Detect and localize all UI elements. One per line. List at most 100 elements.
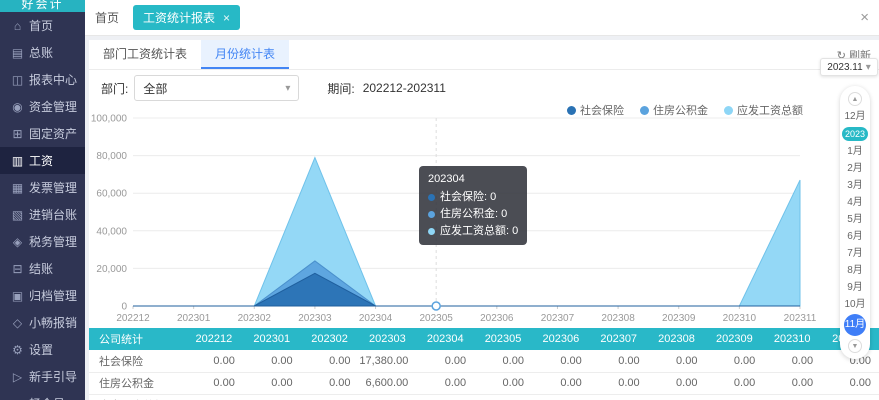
app-logo-text: 好会计 <box>0 0 85 12</box>
tooltip-item: 住房公积金: 0 <box>428 206 518 223</box>
scroll-up-icon[interactable]: ▲ <box>848 92 862 106</box>
legend-dot-icon <box>640 106 649 115</box>
month-item[interactable]: 5月 <box>840 211 870 228</box>
legend-label: 住房公积金 <box>653 102 708 118</box>
table-cell: 0.00 <box>243 372 301 394</box>
svg-text:202307: 202307 <box>541 313 575 324</box>
sidebar-item-label: 总账 <box>29 44 53 61</box>
close-tab-icon[interactable]: × <box>223 11 230 25</box>
date-picker-button[interactable]: 2023.11 ▾ <box>820 58 878 76</box>
sidebar-item-expense[interactable]: ◇小畅报销 <box>0 309 85 336</box>
legend-dot-icon <box>567 106 576 115</box>
archive-icon: ▣ <box>9 289 26 303</box>
table-cell: 0.00 <box>821 372 879 394</box>
salary-icon: ▥ <box>9 154 26 168</box>
sidebar-item-ledger[interactable]: ▤总账 <box>0 39 85 66</box>
member-icon: ◆ <box>9 397 26 400</box>
svg-text:202212: 202212 <box>116 313 150 324</box>
table-cell: 0.00 <box>648 372 706 394</box>
svg-text:202301: 202301 <box>177 313 211 324</box>
chart-tooltip: 202304 社会保险: 0住房公积金: 0应发工资总额: 0 <box>419 166 527 245</box>
table-cell: 0.00 <box>301 372 359 394</box>
report-icon: ◫ <box>9 73 26 87</box>
tab-home[interactable]: 首页 <box>95 9 119 26</box>
table-cell: 0.00 <box>590 372 648 394</box>
legend-label: 应发工资总额 <box>737 102 803 118</box>
sidebar-item-label: 新手引导 <box>29 368 77 385</box>
sidebar-item-label: 设置 <box>29 341 53 358</box>
month-item[interactable]: 6月 <box>840 228 870 245</box>
sidebar-item-settings[interactable]: ⚙设置 <box>0 336 85 363</box>
legend-item[interactable]: 社会保险 <box>567 102 624 118</box>
sidebar-item-label: 畅会员 <box>29 395 65 400</box>
sidebar-item-member[interactable]: ◆畅会员 <box>0 390 85 400</box>
month-item[interactable]: 8月 <box>840 262 870 279</box>
sidebar-item-salary[interactable]: ▥工资 <box>0 147 85 174</box>
table-row: 住房公积金0.000.000.006,600.000.000.000.000.0… <box>89 372 879 394</box>
table-cell: 0.00 <box>416 372 474 394</box>
legend-item[interactable]: 应发工资总额 <box>724 102 803 118</box>
month-item[interactable]: 10月 <box>840 296 870 313</box>
tooltip-item: 应发工资总额: 0 <box>428 223 518 240</box>
app-root: 好会计 ⌂首页▤总账◫报表中心◉资金管理⊞固定资产▥工资▦发票管理▧进销台账◈税… <box>0 0 879 400</box>
ledger-icon: ▤ <box>9 46 26 60</box>
table-cell: 0.00 <box>243 394 301 400</box>
month-item[interactable]: 1月 <box>840 143 870 160</box>
expense-icon: ◇ <box>9 316 26 330</box>
sidebar-item-report-center[interactable]: ◫报表中心 <box>0 66 85 93</box>
month-item[interactable]: 3月 <box>840 177 870 194</box>
svg-text:202304: 202304 <box>359 313 393 324</box>
tab-salary-report[interactable]: 工资统计报表 × <box>133 5 240 30</box>
sidebar-item-label: 固定资产 <box>29 125 77 142</box>
sidebar-item-home[interactable]: ⌂首页 <box>0 12 85 39</box>
tooltip-item: 社会保险: 0 <box>428 189 518 206</box>
table-cell: 0.00 <box>590 394 648 400</box>
table-cell: 0.00 <box>474 372 532 394</box>
tab-salary-report-label: 工资统计报表 <box>143 9 215 26</box>
month-item[interactable]: 2月 <box>840 160 870 177</box>
sidebar-item-closing[interactable]: ⊟结账 <box>0 255 85 282</box>
top-tab-bar: 首页 工资统计报表 × × <box>85 0 879 36</box>
tooltip-title: 202304 <box>428 171 518 188</box>
tooltip-item-text: 住房公积金: 0 <box>440 206 507 223</box>
table-cell: 0.00 <box>185 372 243 394</box>
tooltip-dot-icon <box>428 194 435 201</box>
legend-item[interactable]: 住房公积金 <box>640 102 708 118</box>
month-item[interactable]: 11月 <box>844 314 866 336</box>
sidebar-item-inventory[interactable]: ▧进销台账 <box>0 201 85 228</box>
table-cell: 0.00 <box>532 394 590 400</box>
table-cell: 0.00 <box>532 372 590 394</box>
sidebar-item-tax[interactable]: ◈税务管理 <box>0 228 85 255</box>
year-badge[interactable]: 2023 <box>842 127 868 141</box>
month-item[interactable]: 12月 <box>840 108 870 125</box>
svg-text:100,000: 100,000 <box>91 114 128 125</box>
scroll-down-icon[interactable]: ▼ <box>848 339 862 353</box>
app-logo: 好会计 <box>0 0 85 12</box>
svg-text:202309: 202309 <box>662 313 696 324</box>
svg-text:40,000: 40,000 <box>96 226 127 237</box>
month-selector-strip: ▲ 12月 2023 1月2月3月4月5月6月7月8月9月10月11月 ▼ <box>840 86 870 359</box>
svg-text:202302: 202302 <box>238 313 272 324</box>
table-cell: 0.00 <box>821 394 879 400</box>
close-icon[interactable]: × <box>860 9 869 26</box>
sidebar-item-guide[interactable]: ▷新手引导 <box>0 363 85 390</box>
tooltip-item-text: 社会保险: 0 <box>440 189 496 206</box>
svg-text:202305: 202305 <box>419 313 453 324</box>
month-item[interactable]: 7月 <box>840 245 870 262</box>
svg-text:20,000: 20,000 <box>96 264 127 275</box>
sidebar-item-fixed-assets[interactable]: ⊞固定资产 <box>0 120 85 147</box>
svg-text:202310: 202310 <box>723 313 757 324</box>
svg-text:202308: 202308 <box>601 313 635 324</box>
sidebar-item-invoice[interactable]: ▦发票管理 <box>0 174 85 201</box>
month-item[interactable]: 4月 <box>840 194 870 211</box>
sidebar-item-funds[interactable]: ◉资金管理 <box>0 93 85 120</box>
legend-label: 社会保险 <box>580 102 624 118</box>
table-cell: 0.00 <box>301 394 359 400</box>
inventory-icon: ▧ <box>9 208 26 222</box>
sidebar-item-archive[interactable]: ▣归档管理 <box>0 282 85 309</box>
funds-icon: ◉ <box>9 100 26 114</box>
month-item[interactable]: 9月 <box>840 279 870 296</box>
invoice-icon: ▦ <box>9 181 26 195</box>
sidebar-item-label: 报表中心 <box>29 71 77 88</box>
tooltip-dot-icon <box>428 228 435 235</box>
